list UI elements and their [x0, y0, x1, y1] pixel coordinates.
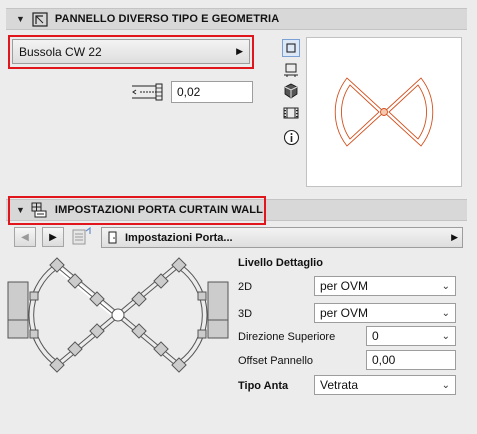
direction-select[interactable]: 0 ⌄ — [366, 326, 456, 346]
highlight-frame — [8, 196, 266, 225]
page-selector-value: Impostazioni Porta... — [125, 231, 233, 244]
film-strip-icon[interactable] — [282, 104, 300, 122]
offset-panel-value: 0,00 — [372, 353, 396, 367]
type-selector[interactable]: Bussola CW 22 ▶ — [12, 39, 250, 64]
section-title: PANNELLO DIVERSO TIPO E GEOMETRIA — [54, 13, 280, 25]
leaf-type-select[interactable]: Vetrata ⌄ — [314, 375, 456, 395]
offset-panel-input[interactable]: 0,00 — [366, 350, 456, 370]
direction-label: Direzione Superiore — [238, 331, 336, 343]
info-icon[interactable] — [282, 128, 300, 146]
page-list-icon[interactable] — [70, 226, 94, 247]
row-3d-label: 3D — [238, 308, 253, 320]
detail-level-heading: Livello Dettaglio — [238, 257, 323, 269]
chevron-right-icon: ▶ — [236, 46, 243, 56]
offset-input[interactable]: 0,02 — [171, 81, 253, 103]
detail-2d-value: per OVM — [320, 279, 369, 293]
square-view-icon[interactable] — [282, 39, 300, 57]
door-page-icon — [108, 231, 117, 244]
preview-canvas — [306, 37, 462, 187]
arrow-left-icon: ◀ — [21, 231, 29, 243]
arrow-right-icon: ▶ — [49, 231, 57, 243]
chevron-down-icon: ⌄ — [441, 280, 450, 292]
chevron-down-icon: ⌄ — [441, 307, 450, 319]
detail-3d-select[interactable]: per OVM ⌄ — [314, 303, 456, 323]
row-2d-label: 2D — [238, 281, 253, 293]
leaf-type-value: Vetrata — [320, 378, 359, 392]
type-selector-value: Bussola CW 22 — [19, 44, 102, 59]
panel-type-icon — [31, 11, 49, 27]
chevron-right-icon: ▶ — [451, 232, 458, 242]
door-plan-illustration — [6, 252, 230, 380]
direction-value: 0 — [372, 329, 379, 343]
floor-plan-icon[interactable] — [282, 61, 300, 79]
panel-offset-icon — [130, 82, 166, 102]
leaf-type-label: Tipo Anta — [238, 380, 289, 392]
page-selector[interactable]: Impostazioni Porta... ▶ — [101, 227, 463, 248]
3d-box-icon[interactable] — [282, 82, 300, 100]
detail-2d-select[interactable]: per OVM ⌄ — [314, 276, 456, 296]
chevron-down-icon: ⌄ — [441, 330, 450, 342]
detail-3d-value: per OVM — [320, 306, 369, 320]
offset-panel-label: Offset Pannello — [238, 355, 314, 367]
section-header-panel[interactable]: ▼ PANNELLO DIVERSO TIPO E GEOMETRIA — [6, 8, 467, 30]
next-page-button[interactable]: ▶ — [42, 227, 64, 247]
offset-input-value: 0,02 — [177, 85, 201, 99]
previous-page-button[interactable]: ◀ — [14, 227, 36, 247]
chevron-down-icon: ⌄ — [441, 379, 450, 391]
collapse-arrow-icon[interactable]: ▼ — [16, 14, 25, 24]
